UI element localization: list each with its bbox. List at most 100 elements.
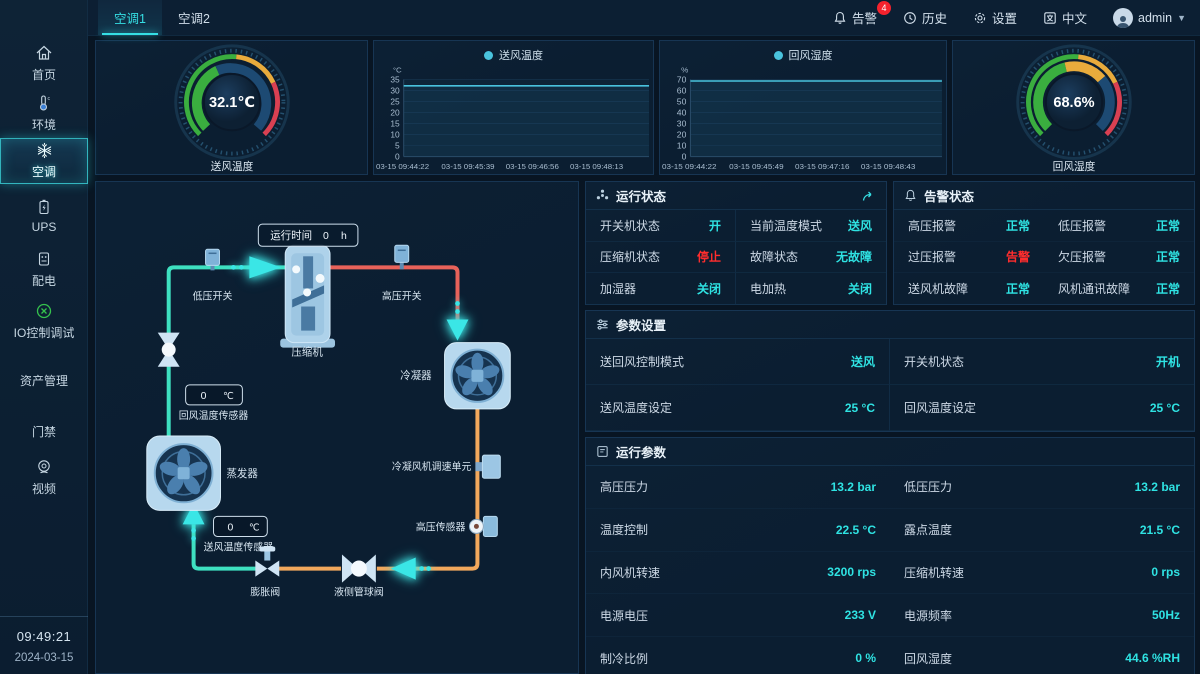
legend-dot xyxy=(774,51,783,60)
sidebar-item-assets[interactable]: 资产管理 xyxy=(0,372,88,389)
snowflake-icon xyxy=(36,142,53,159)
condenser-label: 冷凝器 xyxy=(400,369,432,382)
legend-dot xyxy=(484,51,493,60)
sidebar-item-home[interactable]: 首页 xyxy=(0,44,88,83)
y-tick: 10 xyxy=(677,141,687,151)
language-button[interactable]: 中文 xyxy=(1043,8,1087,27)
settings-button[interactable]: 设置 xyxy=(973,8,1017,27)
sidebar-item-hvac[interactable]: 空调 xyxy=(0,138,88,184)
sidebar-item-label: 环境 xyxy=(32,116,56,133)
status-value: 停止 xyxy=(697,248,721,265)
param-cell[interactable]: 开关机状态开机 xyxy=(890,339,1194,385)
param-cell[interactable]: 回风温度设定25 °C xyxy=(890,385,1194,431)
sidebar-item-label: 资产管理 xyxy=(20,372,68,389)
param-cell[interactable]: 送回风控制模式送风 xyxy=(586,339,890,385)
io-debug-icon xyxy=(35,302,53,320)
runparam-label: 低压压力 xyxy=(904,478,952,495)
alarm-status-grid: 高压报警正常 低压报警正常 过压报警告警 欠压报警正常 送风机故障正常 风机通讯… xyxy=(894,210,1194,305)
runparam-label: 电源频率 xyxy=(904,607,952,624)
alarm-value: 正常 xyxy=(1156,280,1180,297)
export-icon[interactable] xyxy=(862,190,876,202)
y-tick: 35 xyxy=(390,74,400,84)
gauge-value: 32.1℃ xyxy=(209,95,255,111)
param-value: 开机 xyxy=(1156,353,1180,370)
x-tick: 03-15 09:44:22 xyxy=(376,162,429,171)
runparam-cell: 内风机转速3200 rps xyxy=(586,552,890,595)
unit-tabs: 空调1 空调2 xyxy=(98,0,226,35)
user-menu[interactable]: admin ▼ xyxy=(1113,8,1186,28)
runparam-cell: 露点温度 21.5 °C xyxy=(890,509,1194,552)
runparam-cell: 电源频率50Hz xyxy=(890,594,1194,637)
return-air-sensor-value: 0 xyxy=(201,391,207,402)
evaporator-component xyxy=(147,436,221,510)
alarm-label: 欠压报警 xyxy=(1058,248,1106,265)
camera-icon xyxy=(35,458,53,476)
sidebar-item-power[interactable]: 配电 xyxy=(0,250,88,289)
runparam-value: 13.2 bar xyxy=(1135,480,1180,494)
status-cell: 故障状态无故障 xyxy=(736,242,886,274)
x-tick: 03-15 09:45:49 xyxy=(729,162,784,171)
status-value: 关闭 xyxy=(848,280,872,297)
sidebar-item-label: 空调 xyxy=(32,163,56,180)
high-pressure-sensor-component xyxy=(469,516,497,536)
expansion-valve-label: 膨胀阀 xyxy=(250,586,280,599)
tab-ac2[interactable]: 空调2 xyxy=(162,0,226,35)
user-icon xyxy=(1115,14,1131,28)
sidebar-item-label: 门禁 xyxy=(32,423,56,440)
run-status-panel: 运行状态 开关机状态开 当前温度模式送风 压缩机状态停止 故障状态无故障 加湿器… xyxy=(585,181,887,305)
high-pressure-sensor-label: 高压传感器 xyxy=(416,520,466,533)
runparam-cell: 温度控制22.5 °C xyxy=(586,509,890,552)
sidebar-item-label: 首页 xyxy=(32,66,56,83)
alarm-cell: 送风机故障正常 xyxy=(894,273,1044,305)
return-humidity-gauge: 68.6% 回风湿度 xyxy=(959,42,1189,173)
y-tick: 60 xyxy=(677,86,687,96)
sidebar-item-label: 视频 xyxy=(32,480,56,497)
alarm-cell: 过压报警告警 xyxy=(894,242,1044,274)
condenser-fan-speed-unit-label: 冷凝风机调速单元 xyxy=(392,460,472,473)
condenser-component xyxy=(445,343,511,409)
runparam-label: 露点温度 xyxy=(904,521,952,538)
runparam-value: 233 V xyxy=(845,608,876,622)
y-tick: 10 xyxy=(390,130,400,140)
run-params-panel: 运行参数 高压压力13.2 bar 低压压力13.2 bar 温度控制22.5 … xyxy=(585,437,1195,674)
sliders-icon xyxy=(596,318,609,331)
supply-temp-gauge-panel: 32.1℃ 送风温度 xyxy=(95,40,368,175)
y-axis-unit: % xyxy=(681,66,688,75)
tab-ac1[interactable]: 空调1 xyxy=(98,0,162,35)
x-tick: 03-15 09:44:22 xyxy=(662,162,717,171)
alarm-value: 告警 xyxy=(1006,248,1030,265)
alarm-value: 正常 xyxy=(1156,248,1180,265)
language-icon xyxy=(1043,11,1057,25)
runparam-label: 温度控制 xyxy=(600,521,648,538)
chart-legend: 回风湿度 xyxy=(660,46,946,64)
runparam-cell: 低压压力 13.2 bar xyxy=(890,466,1194,509)
runparam-label: 压缩机转速 xyxy=(904,564,964,581)
sidebar-item-io-debug[interactable]: IO控制调试 xyxy=(0,302,88,341)
runtime-box: 运行时间 0 h xyxy=(258,224,358,246)
y-tick: 0 xyxy=(682,152,687,162)
status-value: 送风 xyxy=(848,217,872,234)
runtime-unit: h xyxy=(341,231,347,242)
sidebar-item-video[interactable]: 视频 xyxy=(0,458,88,497)
sidebar-item-label: 配电 xyxy=(32,272,56,289)
sidebar-item-env[interactable]: c 环境 xyxy=(0,94,88,133)
alarm-button[interactable]: 告警 4 xyxy=(833,8,877,27)
tab-label: 空调1 xyxy=(114,8,146,27)
status-label: 加湿器 xyxy=(600,280,636,297)
legend-label: 送风温度 xyxy=(499,47,543,63)
settings-label: 设置 xyxy=(992,8,1017,27)
sidebar-item-ups[interactable]: UPS xyxy=(0,198,88,234)
clock-time: 09:49:21 xyxy=(0,629,88,644)
y-tick: 40 xyxy=(677,108,687,118)
param-cell[interactable]: 送风温度设定25 °C xyxy=(586,385,890,431)
x-tick: 03-15 09:48:43 xyxy=(861,162,916,171)
param-value: 送风 xyxy=(851,353,875,370)
sidebar-item-access[interactable]: 门禁 xyxy=(0,423,88,440)
gear-icon xyxy=(973,11,987,25)
runparam-value: 21.5 °C xyxy=(1140,523,1180,537)
main-row: 压缩机 运行时间 0 h 低压开关 xyxy=(95,181,1195,674)
status-label: 当前温度模式 xyxy=(750,217,822,234)
supply-air-sensor-unit: ℃ xyxy=(249,522,260,533)
history-button[interactable]: 历史 xyxy=(903,8,947,27)
sidebar: 首页 c 环境 空调 UPS 配电 IO控制调试 资产管理 门禁 xyxy=(0,0,88,674)
